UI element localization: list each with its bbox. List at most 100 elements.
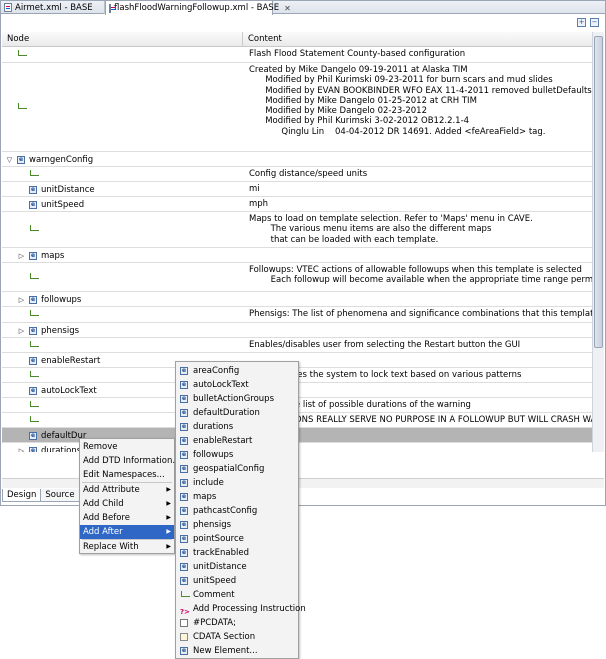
menu-item-add-child[interactable]: Add Child ▶ xyxy=(80,497,174,511)
submenu-item-cdata-section[interactable]: CDATA Section xyxy=(176,630,298,644)
submenu-item-phensigs[interactable]: e phensigs xyxy=(176,518,298,532)
cdata-icon xyxy=(180,633,188,641)
node-cell: e unitDistance xyxy=(2,182,243,196)
submenu-item-bulletactiongroups[interactable]: e bulletActionGroups xyxy=(176,392,298,406)
node-label-group: ▷ e followups xyxy=(18,295,81,305)
submenu-arrow-icon: ▶ xyxy=(166,500,171,507)
comment-node-icon xyxy=(29,169,39,178)
tree-row[interactable]: ▽ e warngenConfig xyxy=(2,152,592,167)
tree-row[interactable]: Phensigs: The list of phenomena and sign… xyxy=(2,307,592,323)
content-cell[interactable]: Created by Mike Dangelo 09-19-2011 at Al… xyxy=(249,63,592,151)
submenu-item-followups[interactable]: e followups xyxy=(176,448,298,462)
content-cell[interactable]: e list of possible durations of the warn… xyxy=(249,398,592,412)
content-cell[interactable]: Followups: VTEC actions of allowable fol… xyxy=(249,263,592,291)
submenu-item-defaultduration[interactable]: e defaultDuration xyxy=(176,406,298,420)
tree-row[interactable]: Created by Mike Dangelo 09-19-2011 at Al… xyxy=(2,63,592,152)
tree-row[interactable]: e unitDistance mi xyxy=(2,182,592,197)
submenu-item-label: CDATA Section xyxy=(193,632,256,642)
content-cell[interactable]: Phensigs: The list of phenomena and sign… xyxy=(249,307,592,322)
menu-item-remove[interactable]: Remove xyxy=(80,440,174,454)
node-label-group: e defaultDur xyxy=(18,431,86,441)
submenu-item-durations[interactable]: e durations xyxy=(176,420,298,434)
submenu-item-comment[interactable]: Comment xyxy=(176,588,298,602)
content-cell[interactable]: mi xyxy=(249,182,592,196)
submenu-item-maps[interactable]: e maps xyxy=(176,490,298,504)
submenu-item-pointsource[interactable]: e pointSource xyxy=(176,532,298,546)
close-icon[interactable]: ✕ xyxy=(284,4,291,13)
content-cell[interactable] xyxy=(249,152,592,166)
column-header-node[interactable]: Node xyxy=(2,32,243,47)
submenu-item-new-element[interactable]: e New Element... xyxy=(176,644,298,658)
tree-row[interactable]: Flash Flood Statement County-based confi… xyxy=(2,47,592,63)
node-cell: ▷ e followups xyxy=(2,292,243,306)
content-cell[interactable]: Flash Flood Statement County-based confi… xyxy=(249,47,592,62)
content-cell[interactable]: Config distance/speed units xyxy=(249,167,592,181)
submenu-item-autolocktext[interactable]: e autoLockText xyxy=(176,378,298,392)
tab-label: flashFloodWarningFollowup.xml - BASE xyxy=(114,3,280,13)
tab-source[interactable]: Source xyxy=(40,489,80,502)
submenu-item-geospatialconfig[interactable]: e geospatialConfig xyxy=(176,462,298,476)
content-cell[interactable] xyxy=(249,323,592,337)
menu-item-add-attribute[interactable]: Add Attribute ▶ xyxy=(80,483,174,497)
submenu-item-pathcastconfig[interactable]: e pathcastConfig xyxy=(176,504,298,518)
submenu-item-include[interactable]: e include xyxy=(176,476,298,490)
menu-item-replace-with[interactable]: Replace With ▶ xyxy=(80,540,174,554)
tree-row[interactable]: e unitSpeed mph xyxy=(2,197,592,212)
collapse-arrow-icon[interactable]: ▽ xyxy=(6,156,13,164)
submenu-item-areaconfig[interactable]: e areaConfig xyxy=(176,364,298,378)
element-icon: e xyxy=(180,451,188,459)
vertical-scrollbar[interactable] xyxy=(592,32,604,452)
tab-design[interactable]: Design xyxy=(2,489,42,502)
tree-row[interactable]: Maps to load on template selection. Refe… xyxy=(2,212,592,248)
element-icon: e xyxy=(29,431,37,440)
tree-row[interactable]: Followups: VTEC actions of allowable fol… xyxy=(2,263,592,292)
pcdata-icon xyxy=(180,619,188,627)
expand-all-icon[interactable]: + xyxy=(577,18,586,27)
content-cell[interactable] xyxy=(249,383,592,397)
content-cell[interactable] xyxy=(249,443,592,452)
menu-item-add-before[interactable]: Add Before ▶ xyxy=(80,511,174,525)
comment-node-icon xyxy=(17,50,27,58)
tree-row[interactable]: Enables/disables user from selecting the… xyxy=(2,338,592,353)
xml-file-icon xyxy=(109,3,115,13)
menu-separator xyxy=(82,539,172,540)
submenu-item-label: New Element... xyxy=(193,646,258,656)
scrollbar-thumb[interactable] xyxy=(594,36,603,348)
expand-arrow-icon[interactable]: ▷ xyxy=(18,447,25,453)
column-header-content[interactable]: Content xyxy=(243,32,592,47)
content-cell[interactable]: ONS REALLY SERVE NO PURPOSE IN A FOLLOWU… xyxy=(249,413,592,427)
content-cell[interactable] xyxy=(249,353,592,367)
tab-flash-flood-warning-followup[interactable]: flashFloodWarningFollowup.xml - BASE ✕ xyxy=(105,1,291,15)
submenu-item-trackenabled[interactable]: e trackEnabled xyxy=(176,546,298,560)
element-icon: e xyxy=(180,535,188,543)
content-cell[interactable] xyxy=(249,248,592,262)
expand-arrow-icon[interactable]: ▷ xyxy=(18,296,25,304)
expand-arrow-icon[interactable]: ▷ xyxy=(18,252,25,260)
content-cell[interactable]: Enables/disables user from selecting the… xyxy=(249,338,592,352)
expand-arrow-icon[interactable]: ▷ xyxy=(18,327,25,335)
tree-row[interactable]: ▷ e phensigs xyxy=(2,323,592,338)
tree-row[interactable]: ▷ e maps xyxy=(2,248,592,263)
submenu-item-unitdistance[interactable]: e unitDistance xyxy=(176,560,298,574)
collapse-all-icon[interactable]: − xyxy=(590,18,599,27)
menu-item-add-dtd-information[interactable]: Add DTD Information... xyxy=(80,454,180,468)
tree-row[interactable]: ▷ e followups xyxy=(2,292,592,307)
submenu-item-pcdata[interactable]: #PCDATA; xyxy=(176,616,298,630)
content-cell[interactable] xyxy=(249,292,592,306)
node-label-group: ▷ e phensigs xyxy=(18,326,79,336)
content-cell[interactable]: Maps to load on template selection. Refe… xyxy=(249,212,592,247)
submenu-arrow-icon: ▶ xyxy=(166,486,171,493)
content-cell[interactable] xyxy=(249,428,592,442)
content-cell[interactable]: mph xyxy=(249,197,592,211)
comment-node-icon xyxy=(29,310,39,318)
menu-item-edit-namespaces[interactable]: Edit Namespaces... xyxy=(80,468,174,482)
submenu-item-enablerestart[interactable]: e enableRestart xyxy=(176,434,298,448)
submenu-item-unitspeed[interactable]: e unitSpeed xyxy=(176,574,298,588)
node-name: durations xyxy=(41,445,82,453)
content-cell[interactable]: les the system to lock text based on var… xyxy=(249,368,592,382)
menu-item-add-after[interactable]: Add After ▶ xyxy=(80,525,174,539)
node-cell: ▽ e warngenConfig xyxy=(2,152,243,166)
tree-row[interactable]: Config distance/speed units xyxy=(2,167,592,182)
submenu-item-add-processing-instruction[interactable]: ?> Add Processing Instruction xyxy=(176,602,306,616)
tab-airmet[interactable]: Airmet.xml - BASE xyxy=(1,1,105,14)
